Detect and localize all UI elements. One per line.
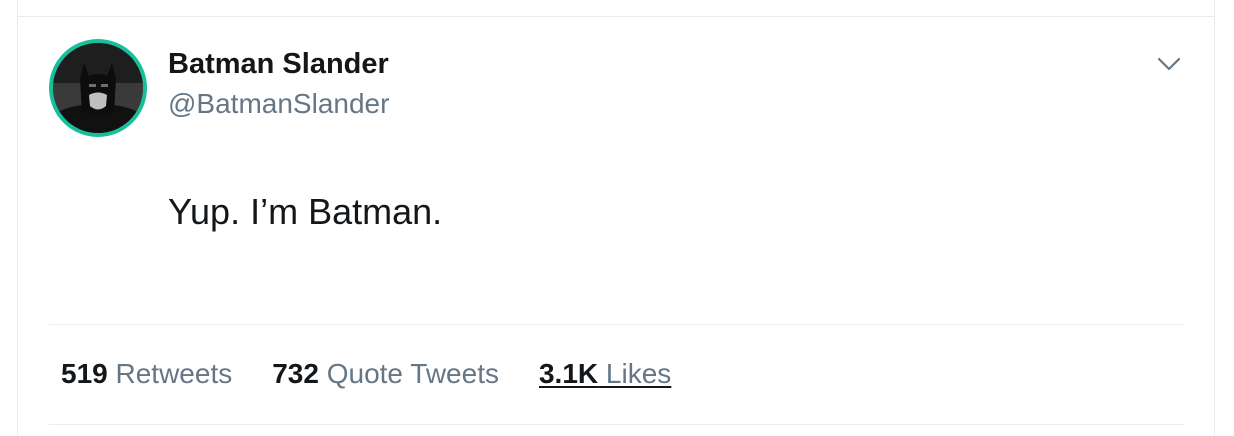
tweet-stats: 519 Retweets 732 Quote Tweets 3.1K Likes (61, 358, 711, 390)
likes-label: Likes (605, 358, 672, 389)
quote-tweets-label: Quote Tweets (326, 358, 499, 389)
quote-tweets-stat[interactable]: 732 Quote Tweets (272, 358, 499, 390)
likes-count: 3.1K (538, 358, 599, 389)
chevron-down-icon (1157, 57, 1181, 71)
author-display-name[interactable]: Batman Slander (168, 48, 389, 81)
top-divider (17, 16, 1215, 17)
likes-stat[interactable]: 3.1K Likes (539, 358, 671, 390)
retweets-stat[interactable]: 519 Retweets (61, 358, 232, 390)
stats-bottom-divider (49, 424, 1185, 425)
tweet-text: Yup. I’m Batman. (168, 191, 443, 232)
author-handle[interactable]: @BatmanSlander (168, 88, 389, 120)
retweets-count: 519 (61, 358, 108, 389)
tweet-menu-button[interactable] (1156, 54, 1182, 74)
batman-avatar-icon (53, 43, 143, 133)
avatar-image (53, 43, 143, 133)
avatar[interactable] (49, 39, 147, 137)
quote-tweets-count: 732 (272, 358, 319, 389)
retweets-label: Retweets (115, 358, 233, 389)
stats-top-divider (49, 324, 1185, 325)
